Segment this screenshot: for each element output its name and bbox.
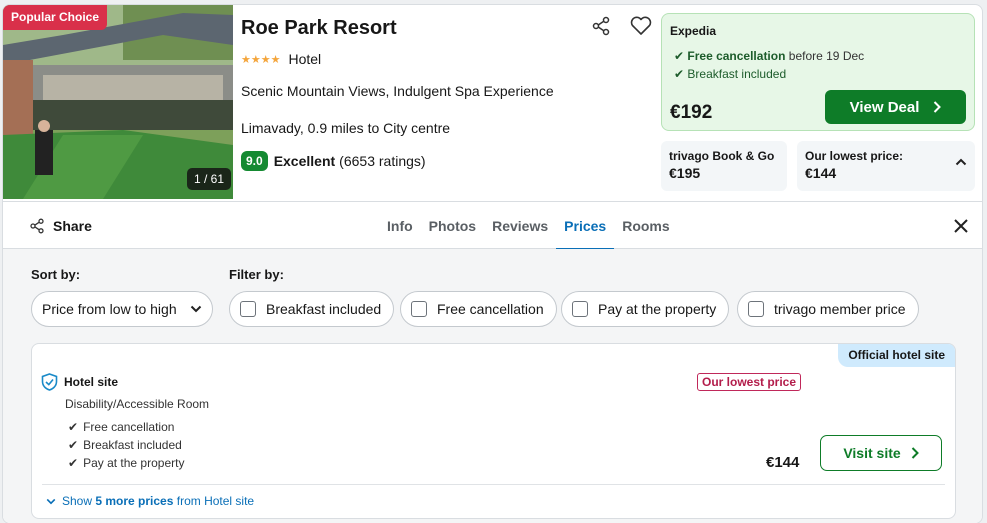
filter-chip-member-price[interactable]: trivago member price [737,291,919,327]
show-more-prefix: Show [62,494,96,508]
sort-select-value: Price from low to high [42,301,177,317]
deal-free-cancellation: ✔ Free cancellation before 19 Dec [674,49,864,63]
share-icon [30,218,44,234]
filter-chip-pay-at-property[interactable]: Pay at the property [561,291,730,327]
detail-tabs-bar: Share Info Photos Reviews Prices Rooms [3,201,982,250]
check-icon: ✔ [674,49,688,63]
checkbox[interactable] [411,301,427,317]
hotel-photo[interactable]: Popular Choice 1 / 61 [3,5,233,199]
feature-label: Pay at the property [83,456,185,470]
chip-label: Free cancellation [437,301,544,317]
hotel-card: Popular Choice 1 / 61 Roe Park Resort ★★… [2,4,983,523]
filter-chip-breakfast[interactable]: Breakfast included [229,291,395,327]
listing-site-name: Hotel site [64,375,119,389]
listing-feature: ✔ Breakfast included [68,438,182,452]
alt-offer-price: €195 [669,165,701,181]
sort-select[interactable]: Price from low to high [31,291,213,327]
checkbox[interactable] [572,301,588,317]
rating-label: Excellent [273,153,336,169]
deal-free-cancel-bold: Free cancellation [687,49,786,63]
view-deal-label: View Deal [849,98,920,116]
deal-breakfast-label: Breakfast included [687,67,787,81]
filter-label: Filter by: [229,267,284,282]
tab-rooms[interactable]: Rooms [614,202,677,249]
shield-check-icon [41,373,58,391]
check-icon: ✔ [68,420,79,434]
hotel-tagline: Scenic Mountain Views, Indulgent Spa Exp… [241,83,554,99]
close-icon[interactable] [949,214,973,238]
chip-label: Pay at the property [598,301,717,317]
deal-price: €192 [670,102,713,123]
chevron-down-icon [190,305,202,313]
tab-info[interactable]: Info [379,202,421,249]
chip-label: Breakfast included [266,301,382,317]
divider [42,484,945,485]
check-icon: ✔ [674,67,688,81]
chevron-right-icon [911,447,919,459]
listing-price: €144 [766,454,800,471]
chip-label: trivago member price [774,301,906,317]
share-label: Share [53,218,92,234]
tab-prices[interactable]: Prices [556,202,615,250]
star-rating-icons: ★★★★ [241,53,281,66]
show-more-text: Show 5 more prices from Hotel site [62,494,254,508]
alt-offer-name: trivago Book & Go [669,149,775,163]
listing-feature: ✔ Pay at the property [68,456,184,470]
listing-feature: ✔ Free cancellation [68,420,174,434]
chevron-right-icon [934,101,942,113]
filter-chip-free-cancellation[interactable]: Free cancellation [400,291,557,327]
tabs: Info Photos Reviews Prices Rooms [379,202,678,250]
deal-provider: Expedia [670,24,717,38]
chevron-down-icon [46,498,56,504]
tab-reviews[interactable]: Reviews [484,202,556,249]
deal-free-cancel-rest: before 19 Dec [785,49,865,63]
listing-site: Hotel site [41,373,118,391]
share-icon[interactable] [589,14,613,38]
alt-offer-name: Our lowest price: [805,149,904,163]
hotel-name[interactable]: Roe Park Resort [241,17,397,40]
deal-breakfast: ✔ Breakfast included [674,67,786,81]
room-name: Disability/Accessible Room [65,397,210,411]
view-deal-button[interactable]: View Deal [825,90,966,124]
alt-offer-lowest[interactable]: Our lowest price: €144 [797,141,975,191]
share-button[interactable]: Share [29,218,92,234]
hotel-location[interactable]: Limavady, 0.9 miles to City centre [241,120,450,136]
check-icon: ✔ [68,456,79,470]
alt-offer-price: €144 [805,165,837,181]
show-more-count: 5 more prices [95,494,174,508]
sort-label: Sort by: [31,267,81,282]
photo-counter: 1 / 61 [187,168,232,190]
price-listing: Official hotel site Hotel site Disabilit… [31,343,956,519]
feature-label: Free cancellation [83,420,175,434]
show-more-suffix: from Hotel site [173,494,255,508]
rating-score: 9.0 [241,151,268,171]
alt-offer-book-and-go[interactable]: trivago Book & Go €195 [661,141,787,191]
hotel-stars: ★★★★ Hotel [241,51,321,67]
feature-label: Breakfast included [83,438,182,452]
official-site-badge: Official hotel site [838,344,955,367]
show-more-prices-link[interactable]: Show 5 more prices from Hotel site [46,494,254,508]
top-deal-box[interactable]: Expedia ✔ Free cancellation before 19 De… [661,13,975,131]
hotel-rating[interactable]: 9.0 Excellent (6653 ratings) [241,151,426,171]
favorite-heart-icon[interactable] [629,14,653,38]
checkbox[interactable] [748,301,764,317]
check-icon: ✔ [68,438,79,452]
lowest-price-badge: Our lowest price [697,373,802,391]
hotel-type: Hotel [288,51,322,67]
visit-site-button[interactable]: Visit site [820,435,942,471]
chevron-up-icon[interactable] [955,158,967,166]
visit-site-label: Visit site [843,445,901,461]
checkbox[interactable] [240,301,256,317]
rating-count: (6653 ratings) [339,153,426,169]
popular-choice-badge: Popular Choice [3,5,108,30]
tab-photos[interactable]: Photos [421,202,484,249]
